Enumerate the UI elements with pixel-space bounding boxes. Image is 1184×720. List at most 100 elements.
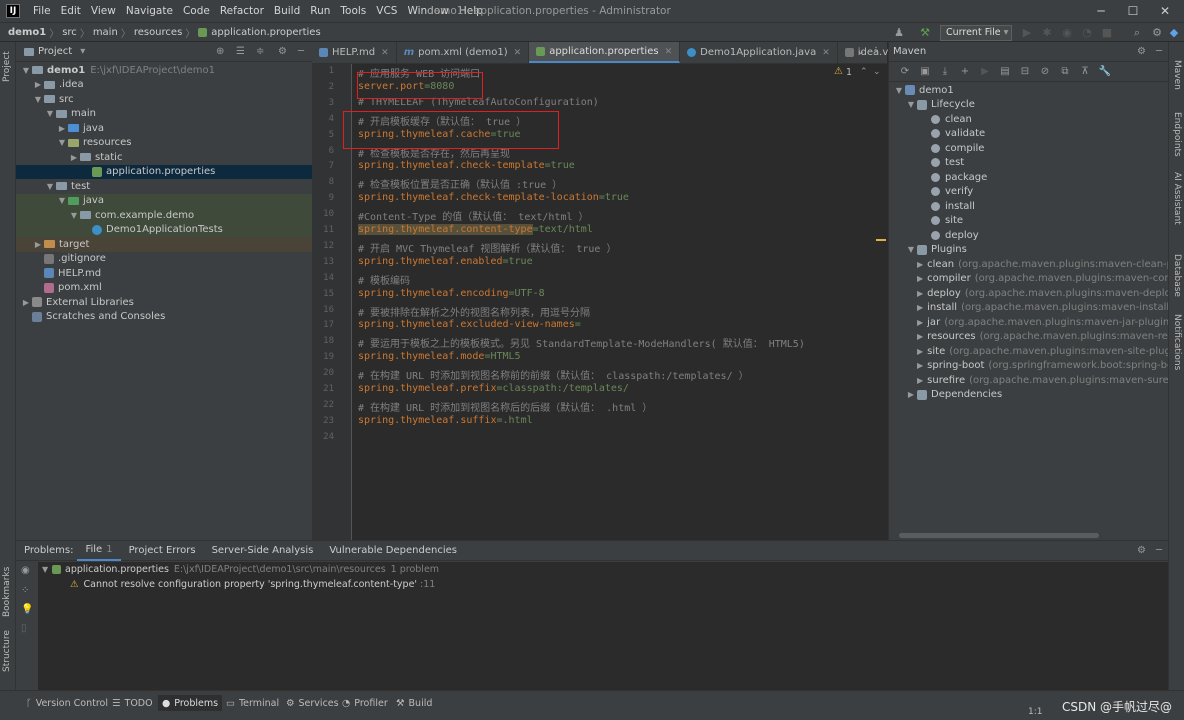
chevron-right-icon[interactable]: ▶ — [917, 332, 923, 341]
database-tool-button[interactable]: Database — [1172, 254, 1182, 297]
breadcrumb-main[interactable]: main — [93, 27, 118, 38]
code-line[interactable]: spring.thymeleaf.suffix=.html — [358, 415, 533, 426]
chevron-down-icon[interactable]: ▼ — [44, 182, 56, 191]
maven-plugin[interactable]: ▶ surefire (org.apache.maven.plugins:maven… — [889, 373, 1168, 388]
chevron-right-icon[interactable]: ▶ — [917, 361, 923, 370]
tab-vulnerable-dependencies[interactable]: Vulnerable Dependencies — [321, 541, 465, 561]
close-icon[interactable]: ✕ — [381, 48, 389, 58]
maven-plugin[interactable]: ▶ jar (org.apache.maven.plugins:maven-jar-… — [889, 315, 1168, 330]
settings-icon[interactable]: ⚙ — [1150, 26, 1164, 40]
chevron-right-icon[interactable]: ▶ — [905, 390, 917, 399]
maven-goal[interactable]: deploy — [889, 228, 1168, 243]
tool-profiler[interactable]: ◔ Profiler — [338, 695, 392, 711]
menu-run[interactable]: Run — [305, 5, 335, 17]
intellij-logo-icon[interactable]: IJ — [6, 4, 20, 18]
tree-item-resources[interactable]: ▼ resources — [16, 136, 312, 151]
maven-plugin[interactable]: ▶ install (org.apache.maven.plugins:maven-… — [889, 301, 1168, 316]
chevron-down-icon[interactable]: ▼ — [905, 245, 917, 254]
preview-icon[interactable]: ▯ — [21, 623, 27, 634]
tab-application-properties[interactable]: application.properties ✕ — [529, 42, 681, 63]
tree-item-test[interactable]: ▼ test — [16, 179, 312, 194]
bookmarks-tool-button[interactable]: Bookmarks — [2, 567, 12, 617]
more-icon[interactable]: ⋮ — [871, 46, 881, 57]
search-icon[interactable]: ⌕ — [1130, 26, 1144, 40]
code-line[interactable]: spring.thymeleaf.excluded-view-names= — [358, 319, 581, 330]
code-line[interactable]: spring.thymeleaf.mode=HTML5 — [358, 351, 521, 362]
close-icon[interactable]: ✕ — [1150, 2, 1180, 20]
project-tool-button[interactable]: Project — [2, 51, 12, 82]
breadcrumb-project[interactable]: demo1 — [8, 27, 46, 38]
tool-problems[interactable]: ● Problems — [158, 695, 223, 711]
maven-goal[interactable]: verify — [889, 185, 1168, 200]
tool-build[interactable]: ⚒ Build — [392, 695, 436, 711]
tree-item-idea[interactable]: ▶ .idea — [16, 78, 312, 93]
chevron-right-icon[interactable]: ▶ — [917, 260, 923, 269]
wrench-icon[interactable]: 🔧 — [1095, 66, 1115, 77]
code-line[interactable]: spring.thymeleaf.content-type=text/html — [358, 224, 593, 235]
structure-tool-button[interactable]: Structure — [2, 630, 12, 672]
code-line[interactable]: spring.thymeleaf.enabled=true — [358, 256, 533, 267]
jetbrains-ai-icon[interactable]: ◆ — [1167, 26, 1181, 40]
download-icon[interactable]: ⤓ — [935, 66, 955, 77]
menu-build[interactable]: Build — [269, 5, 305, 17]
close-icon[interactable]: ✕ — [514, 48, 522, 58]
menu-file[interactable]: File — [28, 5, 56, 17]
chevron-right-icon[interactable]: ▶ — [917, 376, 923, 385]
stop-icon[interactable]: ■ — [1100, 26, 1114, 40]
code-editor[interactable]: 1 2 3 4 5 6 7 8 9 10 11 12 13 14 15 16 17 18 19 20 21 22 23 24 … — [312, 64, 887, 540]
chevron-right-icon[interactable]: ▶ — [917, 303, 923, 312]
chevron-down-icon[interactable]: ▼ — [20, 66, 32, 75]
ai-assistant-tool-button[interactable]: AI Assistant — [1172, 172, 1182, 225]
code-line[interactable]: # 开启 MVC Thymeleaf 视图解析（默认值： true ） — [358, 240, 616, 255]
tree-item-demo1[interactable]: ▼ demo1 E:\jxf\IDEAProject\demo1 — [16, 63, 312, 78]
bulb-icon[interactable]: 💡 — [21, 604, 33, 615]
hide-panel-icon[interactable]: ─ — [1156, 545, 1162, 556]
maven-goal[interactable]: site — [889, 214, 1168, 229]
maven-lifecycle[interactable]: ▼ Lifecycle — [889, 98, 1168, 113]
user-icon[interactable]: ♟ — [892, 26, 906, 40]
maven-plugin[interactable]: ▶ compiler (org.apache.maven.plugins:maven… — [889, 272, 1168, 287]
maven-plugin[interactable]: ▶ clean (org.apache.maven.plugins:maven-cl… — [889, 257, 1168, 272]
gear-icon[interactable]: ⚙ — [1137, 545, 1146, 556]
warning-marker[interactable] — [876, 239, 886, 241]
chevron-down-icon[interactable]: ▼ — [44, 109, 56, 118]
eye-icon[interactable]: ◉ — [21, 565, 30, 576]
tree-item-help-md[interactable]: HELP.md — [16, 266, 312, 281]
minimize-icon[interactable]: ─ — [1086, 2, 1116, 20]
maven-goal[interactable]: package — [889, 170, 1168, 185]
maven-project-demo1[interactable]: ▼ demo1 — [889, 83, 1168, 98]
cursor-position[interactable]: 1:1 — [1028, 707, 1042, 717]
tab-problems-file[interactable]: File 1 — [77, 541, 121, 561]
code-line[interactable]: spring.thymeleaf.encoding=UTF-8 — [358, 288, 545, 299]
hide-panel-icon[interactable]: ─ — [1156, 46, 1162, 57]
generate-sources-icon[interactable]: ▣ — [915, 66, 935, 77]
close-icon[interactable]: ✕ — [665, 47, 673, 57]
menu-refactor[interactable]: Refactor — [215, 5, 269, 17]
code-line[interactable]: # 要被排除在解析之外的视图名称列表，用逗号分隔 — [358, 304, 590, 319]
chevron-right-icon[interactable]: ▶ — [917, 274, 923, 283]
chevron-down-icon[interactable]: ▾ — [80, 46, 85, 57]
code-line[interactable]: # 检查模板位置是否正确（默认值 :true ） — [358, 176, 562, 191]
code-line[interactable]: # 要运用于模板之上的模板模式。另见 StandardTemplate-Mode… — [358, 335, 805, 350]
chevron-right-icon[interactable]: ▶ — [917, 289, 923, 298]
project-panel-title[interactable]: Project — [38, 46, 72, 57]
tab-pom-xml[interactable]: m pom.xml (demo1) ✕ — [397, 42, 530, 63]
maven-plugin[interactable]: ▶ deploy (org.apache.maven.plugins:maven-d… — [889, 286, 1168, 301]
toggle-offline-icon[interactable]: ⊟ — [1015, 66, 1035, 77]
tab-demo1-application[interactable]: Demo1Application.java ✕ — [680, 42, 838, 63]
tree-item-target[interactable]: ▶ target — [16, 237, 312, 252]
profile-icon[interactable]: ◔ — [1080, 26, 1094, 40]
chevron-down-icon[interactable]: ▼ — [56, 138, 68, 147]
tab-project-errors[interactable]: Project Errors — [121, 541, 204, 561]
code-line[interactable]: spring.thymeleaf.check-template=true — [358, 160, 575, 171]
tab-server-side-analysis[interactable]: Server-Side Analysis — [204, 541, 322, 561]
chevron-right-icon[interactable]: ▶ — [32, 240, 44, 249]
problem-file-row[interactable]: ▼ application.properties E:\jxf\IDEAProj… — [42, 562, 439, 576]
maven-dependencies[interactable]: ▶ Dependencies — [889, 388, 1168, 403]
maven-tool-button[interactable]: Maven — [1172, 60, 1182, 90]
tree-item-pom-xml[interactable]: pom.xml — [16, 281, 312, 296]
horizontal-scrollbar[interactable] — [899, 533, 1099, 538]
tree-item-static[interactable]: ▶ static — [16, 150, 312, 165]
reload-icon[interactable]: ⟳ — [895, 66, 915, 77]
warning-icon[interactable]: ⚠ — [834, 66, 843, 77]
